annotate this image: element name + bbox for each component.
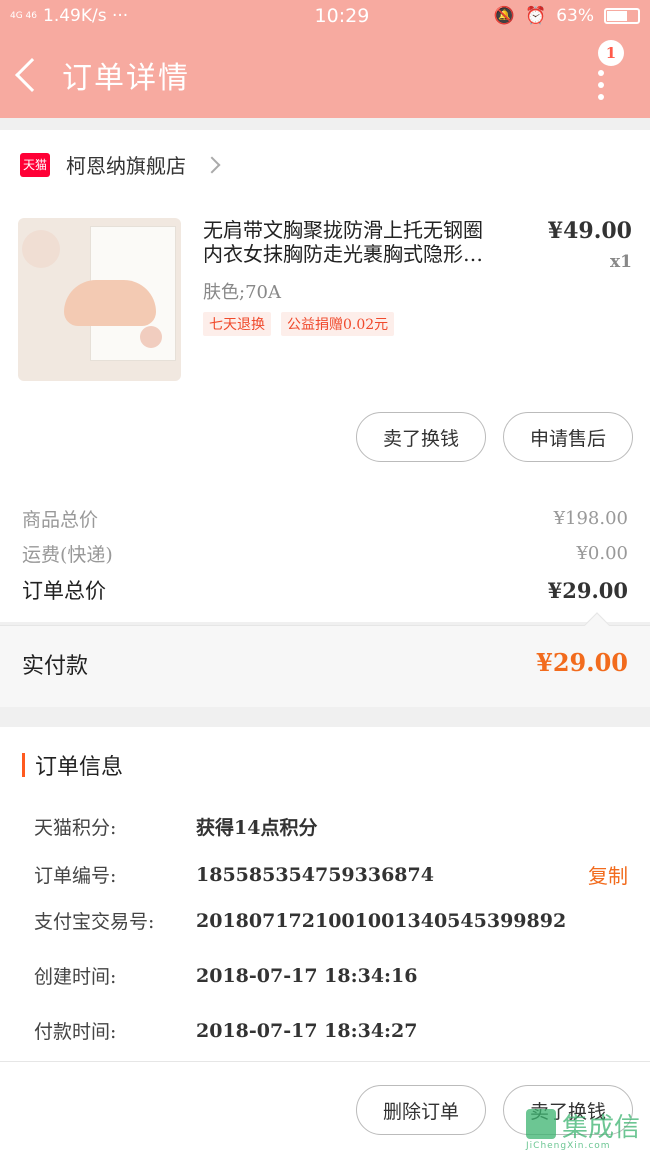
info-value: 2018071721001001340545399892: [196, 909, 567, 932]
clock: 10:29: [314, 5, 370, 27]
delete-order-button[interactable]: 删除订单: [356, 1085, 486, 1135]
info-key: 创建时间:: [34, 966, 117, 988]
image-decor: [22, 230, 60, 268]
top-bar: 4G 46 1.49K/s ··· 10:29 🔕 ⏰ 63% 订单详情 1: [0, 0, 650, 118]
more-menu-button[interactable]: 1: [586, 40, 626, 100]
sell-for-cash-button[interactable]: 卖了换钱: [356, 412, 486, 462]
info-row-alipay-number: 支付宝交易号: 2018071721001001340545399892: [34, 907, 628, 934]
order-total-label: 订单总价: [22, 579, 106, 603]
info-row-created-time: 创建时间: 2018-07-17 18:34:16: [34, 962, 628, 989]
chevron-right-icon: [203, 156, 221, 173]
shop-link[interactable]: 天猫 柯恩纳旗舰店: [20, 150, 221, 179]
shipping-row: 运费(快递) ¥0.00: [22, 540, 628, 567]
order-info-card: 订单信息 天猫积分: 获得14点积分 订单编号: 185585354759336…: [0, 727, 650, 1155]
after-sale-button[interactable]: 申请售后: [503, 412, 633, 462]
order-total-row: 订单总价 ¥29.00: [22, 575, 628, 605]
nav-bar: 订单详情 1: [0, 32, 650, 118]
more-dots-icon: [598, 70, 604, 106]
tag-return: 七天退换: [203, 312, 271, 336]
watermark-logo-icon: [526, 1109, 556, 1139]
order-total-value: ¥29.00: [547, 577, 628, 603]
info-key: 订单编号:: [34, 865, 117, 887]
info-row-paid-time: 付款时间: 2018-07-17 18:34:27: [34, 1017, 628, 1044]
copy-button[interactable]: 复制: [588, 860, 628, 889]
signal-icon: 4G 46: [10, 10, 38, 21]
order-info-header: 订单信息: [22, 749, 123, 781]
back-arrow-icon[interactable]: [15, 58, 49, 92]
shipping-label: 运费(快递): [22, 544, 113, 566]
goods-total-row: 商品总价 ¥198.00: [22, 505, 628, 532]
info-value: 获得14点积分: [196, 817, 318, 839]
alarm-icon: ⏰: [525, 6, 547, 26]
info-value: 2018-07-17 18:34:27: [196, 1019, 418, 1042]
product-image[interactable]: [18, 218, 181, 381]
product-title-line: 无肩带文胸聚拢防滑上托无钢圈: [203, 218, 483, 242]
goods-total-value: ¥198.00: [553, 508, 628, 529]
battery-icon: [604, 8, 640, 24]
network-speed: 1.49K/s ···: [43, 6, 129, 26]
service-tags: 七天退换 公益捐赠0.02元: [203, 312, 395, 336]
info-key: 天猫积分:: [34, 817, 117, 839]
battery-level: 63%: [556, 6, 594, 26]
watermark-url: JiChengXin.com: [526, 1141, 611, 1151]
paid-value: ¥29.00: [536, 648, 628, 677]
product-price: ¥49.00: [547, 218, 632, 244]
product-title[interactable]: 无肩带文胸聚拢防滑上托无钢圈 内衣女抹胸防走光裹胸式隐形…: [203, 218, 533, 266]
image-decor: [64, 280, 156, 326]
page-title: 订单详情: [62, 61, 190, 96]
info-key: 支付宝交易号:: [34, 911, 155, 933]
bell-icon: 🔕: [493, 6, 516, 26]
shipping-value: ¥0.00: [576, 543, 628, 564]
message-badge: 1: [598, 40, 624, 66]
tmall-logo: 天猫: [20, 152, 50, 177]
section-accent-bar: [22, 753, 25, 777]
product-quantity: x1: [610, 252, 632, 272]
paid-label: 实付款: [22, 654, 89, 679]
info-key: 付款时间:: [34, 1021, 117, 1043]
status-bar: 4G 46 1.49K/s ··· 10:29 🔕 ⏰ 63%: [0, 0, 650, 32]
order-item-card: 天猫 柯恩纳旗舰店 无肩带文胸聚拢防滑上托无钢圈 内衣女抹胸防走光裹胸式隐形… …: [0, 130, 650, 622]
info-row-points: 天猫积分: 获得14点积分: [34, 813, 628, 840]
product-title-line: 内衣女抹胸防走光裹胸式隐形…: [203, 242, 483, 266]
product-spec: 肤色;70A: [203, 282, 281, 303]
goods-total-label: 商品总价: [22, 509, 99, 531]
tag-charity: 公益捐赠0.02元: [281, 312, 395, 336]
watermark: 集成信 JiChengXin.com: [526, 1107, 646, 1151]
order-info-title: 订单信息: [35, 755, 124, 780]
divider: [0, 1061, 650, 1062]
info-value: 185585354759336874: [196, 863, 434, 886]
info-row-order-number: 订单编号: 185585354759336874 复制: [34, 860, 628, 889]
paid-amount-row: 实付款 ¥29.00: [0, 612, 650, 707]
image-decor: [140, 326, 162, 348]
watermark-text: 集成信: [562, 1113, 641, 1143]
shop-name: 柯恩纳旗舰店: [66, 154, 186, 178]
info-value: 2018-07-17 18:34:16: [196, 964, 418, 987]
